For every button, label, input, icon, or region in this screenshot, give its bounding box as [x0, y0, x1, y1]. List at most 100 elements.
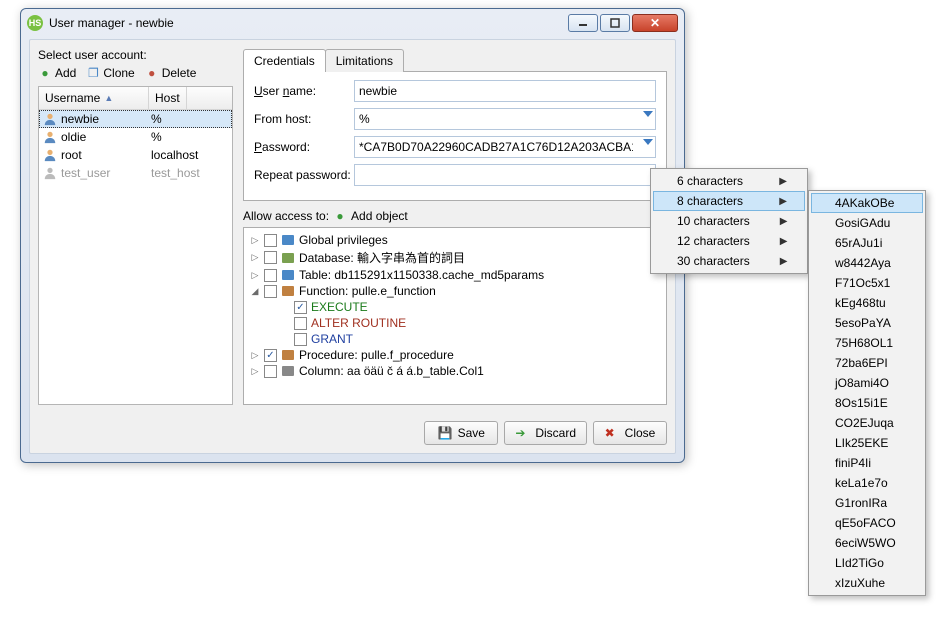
- app-icon: HS: [27, 15, 43, 31]
- tree-label: Function: pulle.e_function: [299, 284, 436, 298]
- func-icon: [281, 284, 295, 298]
- checkbox[interactable]: [264, 365, 277, 378]
- checkbox[interactable]: [294, 301, 307, 314]
- checkbox[interactable]: [294, 317, 307, 330]
- close-icon: ✖: [605, 426, 619, 440]
- undo-icon: ➔: [515, 426, 529, 440]
- password-length-menu[interactable]: 6 characters▶8 characters▶10 characters▶…: [650, 168, 808, 274]
- clone-user-button[interactable]: ❐Clone: [86, 66, 134, 80]
- user-icon: [43, 148, 57, 162]
- user-icon: [43, 166, 57, 180]
- tree-label: EXECUTE: [311, 300, 368, 314]
- expander-icon[interactable]: ▷: [250, 366, 260, 377]
- menu-item[interactable]: 72ba6EPI: [811, 353, 923, 373]
- username-label: User name:: [254, 84, 354, 98]
- menu-item[interactable]: 8 characters▶: [653, 191, 805, 211]
- maximize-button[interactable]: [600, 14, 630, 32]
- close-window-button[interactable]: ✕: [632, 14, 678, 32]
- chevron-down-icon: [643, 139, 653, 145]
- menu-item[interactable]: kEg468tu: [811, 293, 923, 313]
- submenu-arrow-icon: ▶: [779, 176, 787, 187]
- save-button[interactable]: 💾Save: [424, 421, 498, 445]
- tree-row[interactable]: ▷ Procedure: pulle.f_procedure: [246, 347, 664, 363]
- checkbox[interactable]: [264, 349, 277, 362]
- menu-item[interactable]: keLa1e7o: [811, 473, 923, 493]
- tree-row[interactable]: ◢ Function: pulle.e_function: [246, 283, 664, 299]
- menu-item[interactable]: LIk25EKE: [811, 433, 923, 453]
- tree-row[interactable]: GRANT: [246, 331, 664, 347]
- checkbox[interactable]: [264, 234, 277, 247]
- submenu-arrow-icon: ▶: [780, 256, 788, 267]
- menu-item[interactable]: 6eciW5WO: [811, 533, 923, 553]
- expander-icon[interactable]: ▷: [250, 252, 260, 263]
- menu-item[interactable]: 75H68OL1: [811, 333, 923, 353]
- menu-item[interactable]: 12 characters▶: [653, 231, 805, 251]
- password-input[interactable]: [354, 136, 656, 158]
- tree-row[interactable]: ▷Database: 輸入字串為首的詞目: [246, 248, 664, 267]
- fromhost-dropdown-button[interactable]: [643, 111, 653, 117]
- fromhost-input[interactable]: [354, 108, 656, 130]
- tab-credentials[interactable]: Credentials: [243, 49, 326, 72]
- expander-icon[interactable]: ◢: [250, 286, 260, 297]
- user-list[interactable]: Username▲ Host newbie%oldie%rootlocalhos…: [38, 86, 233, 405]
- add-user-button[interactable]: ●Add: [38, 66, 76, 80]
- privilege-tree[interactable]: ▷Global privileges▷Database: 輸入字串為首的詞目▷T…: [243, 227, 667, 405]
- menu-item[interactable]: G1ronIRa: [811, 493, 923, 513]
- user-row[interactable]: oldie%: [39, 128, 232, 146]
- close-button[interactable]: ✖Close: [593, 421, 667, 445]
- menu-item[interactable]: GosiGAdu: [811, 213, 923, 233]
- user-row[interactable]: test_usertest_host: [39, 164, 232, 182]
- user-manager-window: HS User manager - newbie ✕ Select user a…: [20, 8, 685, 463]
- window-title: User manager - newbie: [49, 16, 566, 30]
- menu-item[interactable]: finiP4Ii: [811, 453, 923, 473]
- menu-item[interactable]: F71Oc5x1: [811, 273, 923, 293]
- menu-item[interactable]: jO8ami4O: [811, 373, 923, 393]
- tab-limitations[interactable]: Limitations: [325, 49, 404, 72]
- db-icon: [281, 251, 295, 265]
- menu-item[interactable]: 4AKakOBe: [811, 193, 923, 213]
- username-input[interactable]: [354, 80, 656, 102]
- submenu-arrow-icon: ▶: [780, 236, 788, 247]
- tree-row[interactable]: ALTER ROUTINE: [246, 315, 664, 331]
- tree-row[interactable]: ▷Table: db115291x1150338.cache_md5params: [246, 267, 664, 283]
- checkbox[interactable]: [294, 333, 307, 346]
- host-column-header[interactable]: Host: [149, 87, 187, 109]
- menu-item[interactable]: 65rAJu1i: [811, 233, 923, 253]
- tree-row[interactable]: ▷Global privileges: [246, 232, 664, 248]
- user-row[interactable]: newbie%: [39, 110, 232, 128]
- proc-icon: [281, 348, 295, 362]
- menu-item[interactable]: CO2EJuqa: [811, 413, 923, 433]
- tree-row[interactable]: EXECUTE: [246, 299, 664, 315]
- password-suggestions-menu[interactable]: 4AKakOBeGosiGAdu65rAJu1iw8442AyaF71Oc5x1…: [808, 190, 926, 596]
- discard-button[interactable]: ➔Discard: [504, 421, 587, 445]
- expander-icon[interactable]: ▷: [250, 235, 260, 246]
- menu-item[interactable]: 30 characters▶: [653, 251, 805, 271]
- allow-access-label: Allow access to:: [243, 209, 329, 223]
- menu-item[interactable]: 10 characters▶: [653, 211, 805, 231]
- add-object-link[interactable]: Add object: [351, 209, 408, 223]
- menu-item[interactable]: LId2TiGo: [811, 553, 923, 573]
- menu-item[interactable]: 8Os15i1E: [811, 393, 923, 413]
- minimize-button[interactable]: [568, 14, 598, 32]
- menu-item[interactable]: w8442Aya: [811, 253, 923, 273]
- checkbox[interactable]: [264, 269, 277, 282]
- checkbox[interactable]: [264, 251, 277, 264]
- titlebar[interactable]: HS User manager - newbie ✕: [21, 9, 684, 37]
- checkbox[interactable]: [264, 285, 277, 298]
- tree-row[interactable]: ▷Column: aa öäü č á á.b_table.Col1: [246, 363, 664, 379]
- menu-item[interactable]: xIzuXuhe: [811, 573, 923, 593]
- menu-item[interactable]: qE5oFACO: [811, 513, 923, 533]
- user-row[interactable]: rootlocalhost: [39, 146, 232, 164]
- delete-user-button[interactable]: ●Delete: [145, 66, 197, 80]
- repeat-password-input[interactable]: [354, 164, 656, 186]
- username-column-header[interactable]: Username▲: [39, 87, 149, 109]
- menu-item[interactable]: 6 characters▶: [653, 171, 805, 191]
- save-icon: 💾: [438, 426, 452, 440]
- select-account-label: Select user account:: [38, 48, 233, 62]
- repeat-password-label: Repeat password:: [254, 168, 354, 182]
- expander-icon[interactable]: ▷: [250, 270, 260, 281]
- tree-label: Procedure: pulle.f_procedure: [299, 348, 454, 362]
- password-dropdown-button[interactable]: [643, 139, 653, 145]
- expander-icon[interactable]: ▷: [250, 350, 260, 361]
- menu-item[interactable]: 5esoPaYA: [811, 313, 923, 333]
